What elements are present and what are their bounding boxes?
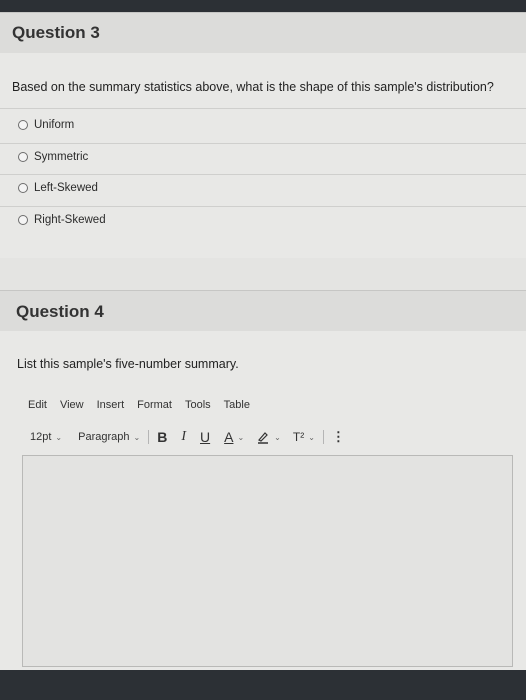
font-size-dropdown[interactable]: 12pt ⌄ <box>30 431 62 443</box>
toolbar-separator <box>322 430 324 444</box>
editor-menubar: Edit View Insert Format Tools Table <box>28 399 250 411</box>
chevron-down-icon: ⌄ <box>308 432 315 442</box>
option-label: Right-Skewed <box>34 214 106 226</box>
more-options-icon[interactable]: ⋮ <box>332 429 345 445</box>
italic-button[interactable]: I <box>181 429 186 445</box>
menu-insert[interactable]: Insert <box>97 399 125 411</box>
underline-button[interactable]: U <box>200 429 210 445</box>
superscript-button[interactable]: T² ⌄ <box>293 430 315 444</box>
menu-tools[interactable]: Tools <box>185 399 211 411</box>
option-left-skewed[interactable]: Left-Skewed <box>18 180 98 196</box>
divider <box>0 108 526 109</box>
chevron-down-icon: ⌄ <box>55 432 63 442</box>
font-size-value: 12pt <box>30 431 52 443</box>
text-color-button[interactable]: A ⌄ <box>224 429 244 445</box>
question-4-header: Question 4 <box>0 290 526 332</box>
superscript-icon: T² <box>292 430 305 444</box>
editor-toolbar: 12pt ⌄ Paragraph ⌄ B I U A ⌄ ⌄ T² ⌄ ⋮ <box>30 428 345 446</box>
text-color-icon: A <box>224 429 234 445</box>
option-label: Uniform <box>34 119 75 131</box>
question-3-title: Question 3 <box>12 23 100 42</box>
answer-editor[interactable] <box>22 455 513 667</box>
option-uniform[interactable]: Uniform <box>18 117 74 133</box>
question-3-prompt: Based on the summary statistics above, w… <box>12 80 494 94</box>
chevron-down-icon: ⌄ <box>133 432 141 442</box>
block-format-value: Paragraph <box>78 431 130 443</box>
option-right-skewed[interactable]: Right-Skewed <box>18 212 106 228</box>
option-label: Symmetric <box>34 151 89 163</box>
chevron-down-icon: ⌄ <box>274 432 281 442</box>
divider <box>0 143 526 144</box>
radio-button[interactable] <box>18 215 28 225</box>
chevron-down-icon: ⌄ <box>237 432 245 442</box>
menu-view[interactable]: View <box>60 399 84 411</box>
question-3-header: Question 3 <box>0 12 526 54</box>
question-4-prompt: List this sample's five-number summary. <box>17 357 239 371</box>
highlighter-icon <box>258 432 269 444</box>
bold-button[interactable]: B <box>157 429 167 445</box>
highlight-color-button[interactable]: ⌄ <box>256 430 281 444</box>
top-bar <box>0 0 526 12</box>
option-label: Left-Skewed <box>34 182 98 194</box>
menu-format[interactable]: Format <box>137 399 172 411</box>
bottom-bar <box>0 670 526 700</box>
menu-table[interactable]: Table <box>224 399 250 411</box>
radio-button[interactable] <box>18 183 28 193</box>
toolbar-separator <box>148 430 150 444</box>
divider <box>0 206 526 207</box>
divider <box>0 174 526 175</box>
block-format-dropdown[interactable]: Paragraph ⌄ <box>78 431 140 443</box>
question-4-title: Question 4 <box>16 302 104 321</box>
radio-button[interactable] <box>18 152 28 162</box>
radio-button[interactable] <box>18 120 28 130</box>
option-symmetric[interactable]: Symmetric <box>18 149 88 165</box>
menu-edit[interactable]: Edit <box>28 399 47 411</box>
